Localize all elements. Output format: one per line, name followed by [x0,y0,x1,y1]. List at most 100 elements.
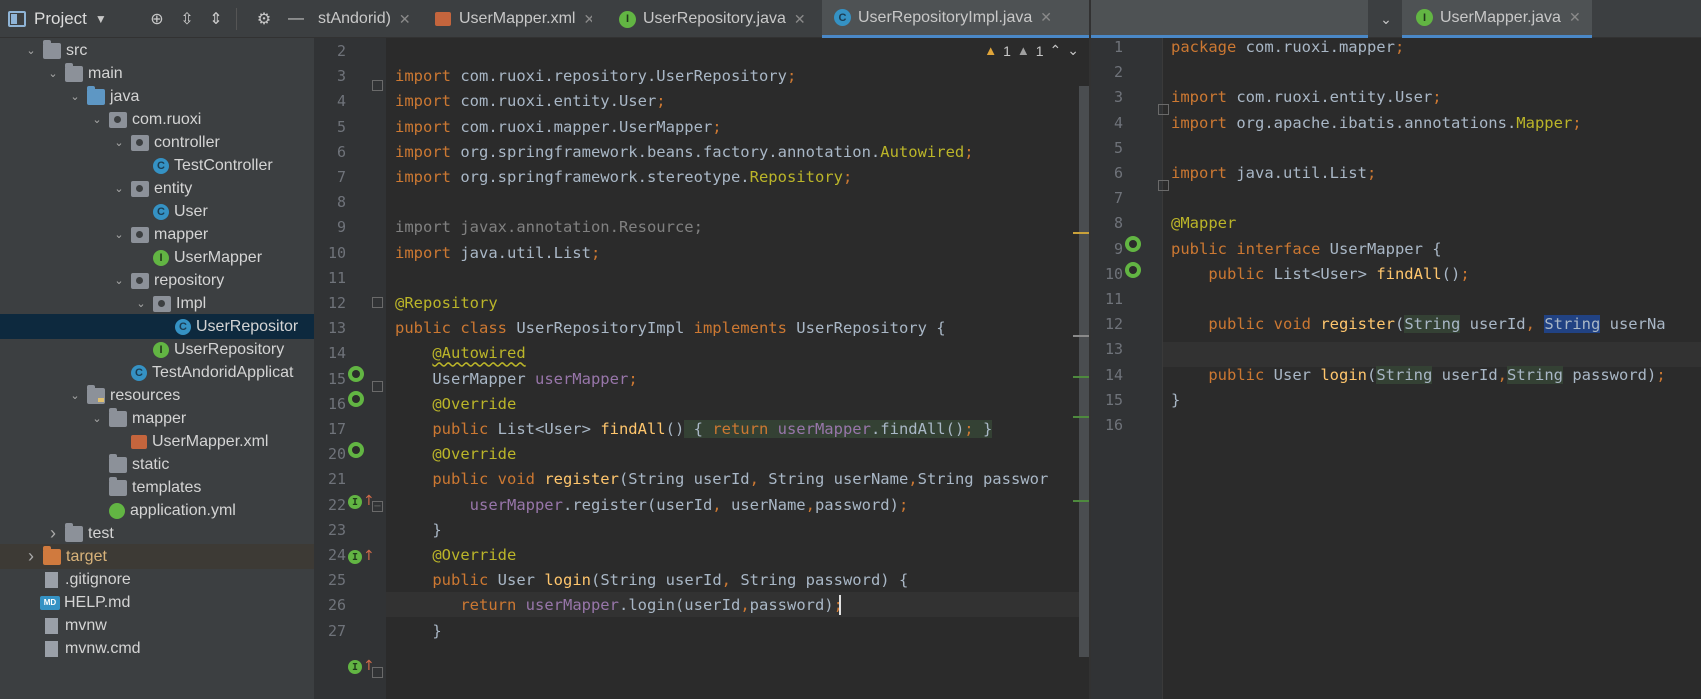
tree-item[interactable]: › test [0,521,314,546]
tree-item[interactable]: ⌄ controller [0,130,314,155]
code-line[interactable]: } [395,619,441,644]
tab-userrepository-java[interactable]: I UserRepository.java ✕ [619,0,818,38]
chevron-down-icon[interactable]: ⌄ [66,90,84,103]
change-stripe[interactable] [1073,376,1089,378]
change-stripe[interactable] [1073,500,1089,502]
chevron-down-icon[interactable]: ⌄ [110,274,128,287]
code-line[interactable]: import org.springframework.beans.factory… [395,140,974,165]
chevron-down-icon[interactable]: ▼ [95,12,107,26]
chevron-down-icon[interactable]: ⌄ [1067,42,1079,59]
tree-item[interactable]: ⌄ entity [0,176,314,201]
chevron-down-icon[interactable]: ⌄ [132,297,150,310]
code-line[interactable]: import com.ruoxi.entity.User; [395,89,666,114]
spring-bean-icon[interactable] [1125,236,1141,252]
tree-item[interactable]: C UserRepositor [0,314,314,339]
tree-item[interactable]: ⌄ main [0,61,314,86]
collapse-all-icon[interactable]: ⇕ [206,9,226,29]
chevron-down-icon[interactable]: ⌄ [22,44,40,57]
code-line[interactable]: import java.util.List; [395,241,600,266]
tree-item[interactable]: static [0,452,314,477]
tree-item[interactable]: I UserRepository [0,337,314,362]
code-line[interactable]: @Override [395,392,516,417]
tree-item[interactable]: ⌄ repository [0,268,314,293]
code-line[interactable]: @Mapper [1171,211,1236,236]
code-line[interactable]: @Autowired [395,341,525,366]
tab-userrepositoryimpl-java[interactable]: C UserRepositoryImpl.java ✕ [822,0,1368,38]
chevron-down-icon[interactable]: ⌄ [110,228,128,241]
code-line[interactable]: @Repository [395,291,498,316]
code-line[interactable]: import com.ruoxi.repository.UserReposito… [395,64,796,89]
tree-item[interactable]: › target [0,544,314,569]
close-icon[interactable]: ✕ [1040,9,1052,26]
tree-item[interactable]: ⌄ Impl [0,291,314,316]
code-line[interactable]: package com.ruoxi.mapper; [1171,38,1404,60]
spring-bean-icon[interactable] [348,442,364,458]
fold-marker-icon[interactable] [372,667,383,678]
tree-item[interactable]: C TestController [0,153,314,178]
fold-marker-icon[interactable] [372,381,383,392]
tree-item[interactable]: mvnw.cmd [0,636,314,661]
warning-stripe[interactable] [1073,232,1089,234]
tree-item[interactable]: mvnw [0,613,314,638]
locate-icon[interactable]: ⊕ [147,9,167,29]
chevron-down-icon[interactable]: ⌄ [66,389,84,402]
code-line[interactable]: userMapper.register(userId, userName,pas… [395,493,909,518]
code-line[interactable]: public interface UserMapper { [1171,237,1442,262]
spring-bean-icon[interactable] [348,366,364,382]
chevron-down-icon[interactable]: ⌄ [88,113,106,126]
code-line[interactable]: UserMapper userMapper; [395,367,637,392]
tree-item[interactable]: C TestAndoridApplicat [0,360,314,385]
tab-usermapper-java[interactable]: I UserMapper.java ✕ [1402,0,1592,38]
code-line[interactable]: } [1171,388,1180,413]
close-icon[interactable]: ✕ [399,11,411,28]
tree-item[interactable]: ⌄ mapper [0,222,314,247]
tab-usermapper-xml[interactable]: UserMapper.xml ✕ [432,0,592,38]
tree-item[interactable]: ⌄ java [0,84,314,109]
spring-bean-icon[interactable] [1125,262,1141,278]
tree-item[interactable]: .gitignore [0,567,314,592]
code-line[interactable]: import java.util.List; [1171,161,1376,186]
chevron-right-icon[interactable]: › [22,546,40,567]
code-line[interactable]: } [395,518,441,543]
code-line[interactable]: return userMapper.login(userId,password)… [395,593,843,618]
tree-item[interactable]: ⌄ src [0,38,314,63]
code-line[interactable]: public void register(String userId, Stri… [395,467,1048,492]
code-line[interactable]: public List<User> findAll() { return use… [395,417,993,442]
chevron-right-icon[interactable]: › [44,523,62,544]
tree-item[interactable]: application.yml [0,498,314,523]
implement-method-icon[interactable]: I [348,550,362,564]
minimize-icon[interactable]: — [286,9,306,29]
vertical-scrollbar[interactable] [1079,86,1089,657]
chevron-down-icon[interactable]: ⌄ [88,412,106,425]
tree-item[interactable]: MD HELP.md [0,590,314,615]
info-stripe[interactable] [1073,335,1089,337]
code-line[interactable]: @Override [395,543,516,568]
scrollbar-thumb[interactable] [1079,86,1089,657]
code-line[interactable]: public User login(String userId,String p… [1171,363,1666,388]
tab-testandorid[interactable]: stAndorid) ✕ [314,0,415,38]
spring-bean-icon[interactable] [348,391,364,407]
close-icon[interactable]: ✕ [1569,9,1581,26]
code-line[interactable]: public List<User> findAll(); [1171,262,1469,287]
gear-icon[interactable]: ⚙ [254,9,274,29]
fold-marker-icon[interactable] [372,80,383,91]
tree-item[interactable]: UserMapper.xml [0,429,314,454]
chevron-down-icon[interactable]: ⌄ [110,182,128,195]
implement-method-icon[interactable]: I [348,660,362,674]
editor-usermapper[interactable]: 1 package com.ruoxi.mapper; 2 3 import com.r… [1091,38,1701,699]
code-line[interactable]: import com.ruoxi.mapper.UserMapper; [395,115,722,140]
code-line[interactable]: import org.apache.ibatis.annotations.Map… [1171,111,1582,136]
code-line[interactable]: import com.ruoxi.entity.User; [1171,85,1442,110]
tree-item[interactable]: ⌄ mapper [0,406,314,431]
close-icon[interactable]: ✕ [583,11,592,28]
project-title[interactable]: Project [34,9,87,29]
fold-marker-icon[interactable] [372,297,383,308]
tree-item[interactable]: I UserMapper [0,245,314,270]
tree-item[interactable]: ⌄ com.ruoxi [0,107,314,132]
code-line[interactable]: public User login(String userId, String … [395,568,908,593]
change-stripe[interactable] [1073,416,1089,418]
tree-item[interactable]: C User [0,199,314,224]
code-line[interactable]: import javax.annotation.Resource; [395,215,703,240]
chevron-up-icon[interactable]: ⌃ [1050,42,1062,59]
code-line[interactable]: public void register(String userId, Stri… [1171,312,1666,337]
